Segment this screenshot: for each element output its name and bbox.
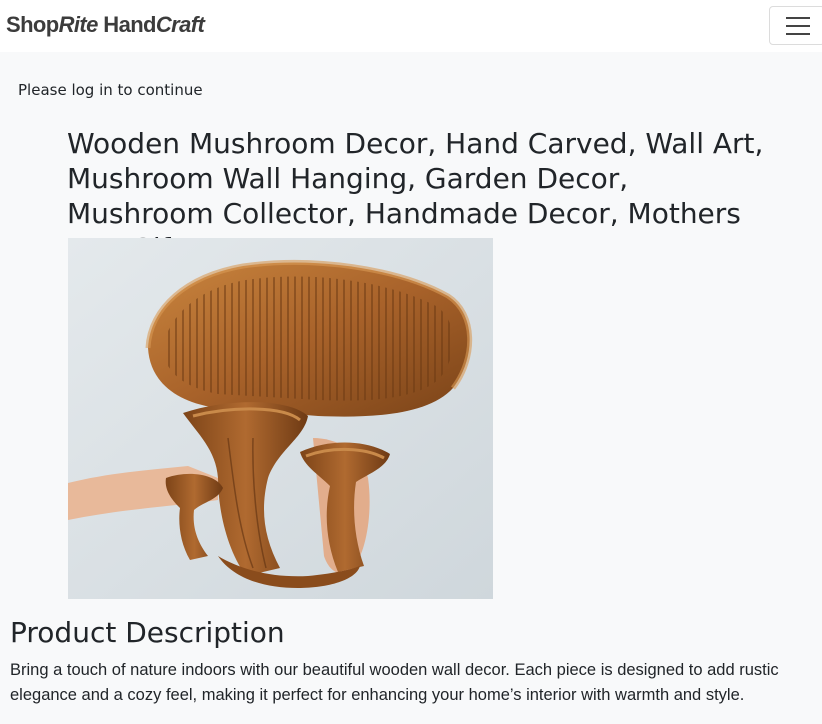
login-message: Please log in to continue: [18, 81, 203, 99]
brand-part-craft: Craft: [155, 12, 205, 37]
brand-part-rite: Rite: [58, 12, 99, 37]
brand-logo[interactable]: ShopRite HandCraft: [6, 12, 205, 38]
navbar: ShopRite HandCraft: [0, 0, 822, 52]
product-description: Bring a touch of nature indoors with our…: [10, 661, 779, 704]
product-image: [68, 238, 493, 599]
description-heading: Product Description: [10, 616, 285, 649]
navbar-toggle-button[interactable]: [769, 6, 822, 45]
brand-part-hand: Hand: [103, 12, 156, 37]
brand-part-shop: Shop: [6, 12, 59, 37]
